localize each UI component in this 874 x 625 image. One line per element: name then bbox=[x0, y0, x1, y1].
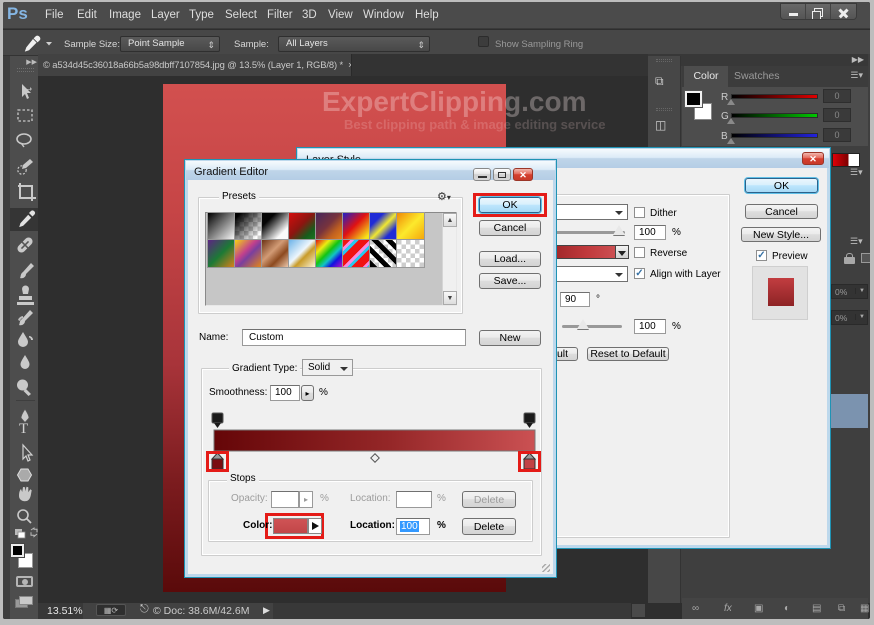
svg-text:T: T bbox=[19, 421, 28, 437]
